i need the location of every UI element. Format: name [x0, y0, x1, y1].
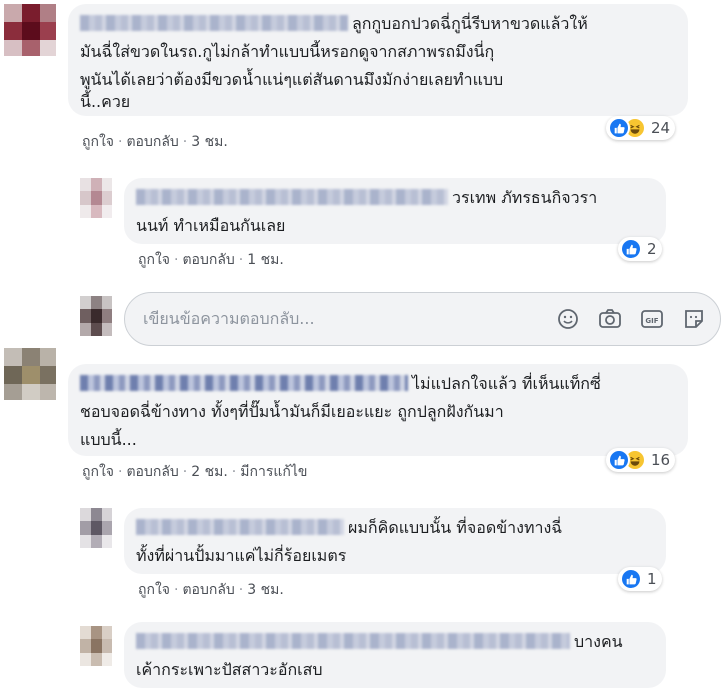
gif-icon[interactable]: GIF — [639, 306, 665, 332]
author-name-blurred[interactable] — [80, 375, 408, 391]
separator: · — [118, 464, 123, 480]
reaction-count: 2 — [647, 240, 657, 258]
like-icon — [608, 449, 630, 471]
comment-text: ลูกกูบอกปวดฉี่กูนี่รีบหาขวดแล้วให้ — [80, 10, 676, 38]
reaction-summary[interactable]: 2 — [618, 237, 662, 261]
author-name-blurred[interactable] — [136, 633, 570, 649]
like-button[interactable]: ถูกใจ — [138, 252, 170, 268]
avatar[interactable] — [80, 178, 112, 218]
like-icon — [620, 238, 642, 260]
comment-bubble: บางคน เค้ากระเพาะปัสสาวะอักเสบ — [124, 622, 666, 688]
author-name-blurred[interactable] — [136, 519, 344, 535]
reply-button[interactable]: ตอบกลับ — [182, 252, 234, 268]
comment-text: แบบนี้... — [80, 430, 137, 449]
svg-text:GIF: GIF — [645, 317, 658, 325]
comment-bubble: ผมก็คิดแบบนั้น ที่จอดข้างทางฉี่ ทั้งที่ผ… — [124, 508, 666, 574]
reply-button[interactable]: ตอบกลับ — [182, 582, 234, 598]
separator: · — [182, 464, 188, 480]
separator: · — [174, 252, 179, 268]
reaction-count: 1 — [647, 570, 657, 588]
avatar[interactable] — [4, 348, 56, 400]
comment-actions: ถูกใจ · ตอบกลับ · 1 ชม. — [138, 250, 284, 270]
comment-text: ทั้งที่ผ่านปั้มมาแค่ไม่กี่ร้อยเมตร — [136, 546, 347, 565]
comment-text: เค้ากระเพาะปัสสาวะอักเสบ — [136, 660, 323, 679]
emoji-icon[interactable] — [555, 306, 581, 332]
reaction-summary[interactable]: 1 — [618, 567, 662, 591]
timestamp[interactable]: 1 ชม. — [247, 252, 284, 268]
comment-actions: ถูกใจ · ตอบกลับ · 3 ชม. — [82, 132, 228, 152]
reaction-summary[interactable]: 16 — [606, 448, 676, 472]
comment-bubble: ลูกกูบอกปวดฉี่กูนี่รีบหาขวดแล้วให้ มันฉี… — [68, 4, 688, 116]
avatar[interactable] — [80, 508, 112, 548]
comment-text: ผมก็คิดแบบนั้น ที่จอดข้างทางฉี่ — [136, 514, 654, 542]
camera-icon[interactable] — [597, 306, 623, 332]
separator: · — [174, 582, 179, 598]
separator: · — [238, 252, 244, 268]
avatar[interactable] — [4, 4, 56, 56]
timestamp[interactable]: 3 ชม. — [191, 134, 228, 150]
like-button[interactable]: ถูกใจ — [82, 134, 114, 150]
reply-button[interactable]: ตอบกลับ — [126, 464, 178, 480]
comment-bubble: วรเทพ ภัทรธนกิจวรา นนท์ ทำเหมือนกันเลย — [124, 178, 666, 244]
avatar[interactable] — [80, 626, 112, 666]
separator: · — [118, 134, 123, 150]
author-name-blurred[interactable] — [80, 15, 348, 31]
separator: · — [182, 134, 188, 150]
comment-text: วรเทพ ภัทรธนกิจวรา — [136, 184, 654, 212]
reply-placeholder: เขียนข้อความตอบกลับ... — [143, 309, 315, 328]
comment-bubble: ไม่แปลกใจแล้ว ที่เห็นแท็กซี่ ชอบจอดฉี่ข้… — [68, 364, 688, 456]
comment-text: ชอบจอดฉี่ข้างทาง ทั้งๆที่ปั๊มน้ำมันก็มีเ… — [80, 402, 504, 421]
comment-text: มันฉี่ใส่ขวดในรถ.กูไม่กล้าทำแบบนี้หรอกดู… — [80, 42, 495, 61]
comment-actions: ถูกใจ · ตอบกลับ · 3 ชม. — [138, 580, 284, 600]
reaction-count: 16 — [651, 451, 671, 469]
comment-text: ไม่แปลกใจแล้ว ที่เห็นแท็กซี่ — [80, 370, 676, 398]
author-name-blurred[interactable] — [136, 189, 448, 205]
reaction-count: 24 — [651, 119, 671, 137]
reaction-summary[interactable]: 24 — [606, 116, 676, 140]
like-button[interactable]: ถูกใจ — [138, 582, 170, 598]
current-user-avatar — [80, 296, 112, 336]
timestamp[interactable]: 3 ชม. — [247, 582, 284, 598]
comment-text: นนท์ ทำเหมือนกันเลย — [136, 216, 286, 235]
separator: · — [231, 464, 237, 480]
reply-button[interactable]: ตอบกลับ — [126, 134, 178, 150]
reply-input[interactable]: เขียนข้อความตอบกลับ... GIF — [124, 292, 721, 346]
like-icon — [608, 117, 630, 139]
edited-indicator[interactable]: มีการแก้ไข — [240, 464, 307, 480]
sticker-icon[interactable] — [681, 306, 707, 332]
timestamp[interactable]: 2 ชม. — [191, 464, 228, 480]
comment-text: บางคน — [136, 628, 654, 656]
separator: · — [238, 582, 244, 598]
comment-actions: ถูกใจ · ตอบกลับ · 2 ชม. · มีการแก้ไข — [82, 462, 307, 482]
like-icon — [620, 568, 642, 590]
like-button[interactable]: ถูกใจ — [82, 464, 114, 480]
